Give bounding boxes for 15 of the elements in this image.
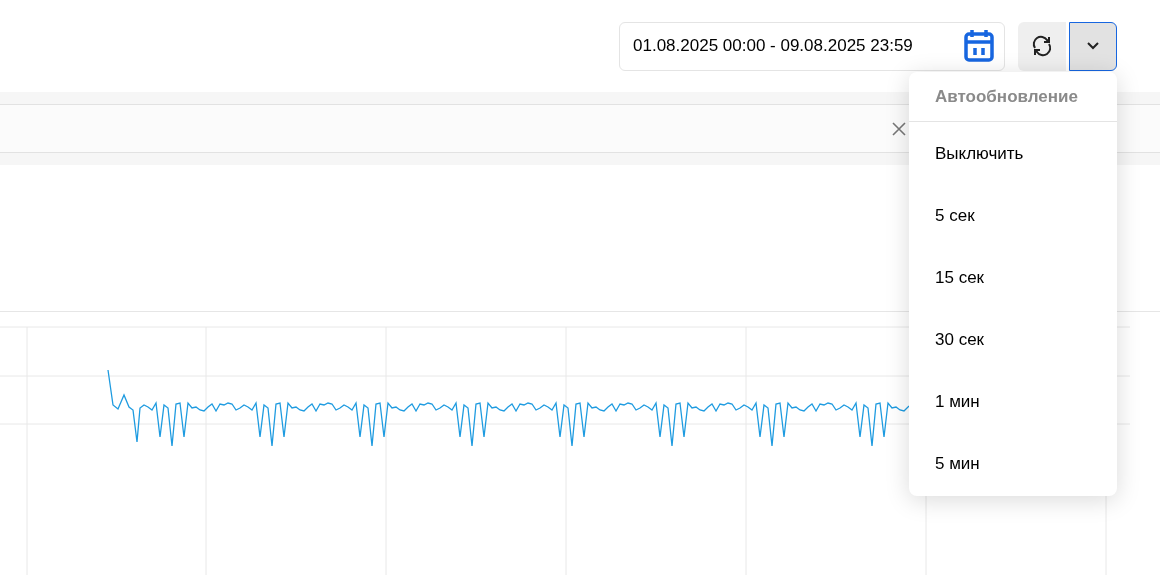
- menu-item[interactable]: 30 сек: [909, 309, 1117, 371]
- menu-item[interactable]: 5 сек: [909, 185, 1117, 247]
- refresh-icon: [1031, 34, 1053, 58]
- menu-title: Автообновление: [909, 72, 1117, 122]
- calendar-icon[interactable]: [964, 29, 994, 63]
- caret-icon: [1087, 42, 1099, 50]
- date-range-value: 01.08.2025 00:00 - 09.08.2025 23:59: [633, 35, 914, 58]
- dropdown-button[interactable]: [1069, 21, 1117, 71]
- menu-item[interactable]: 15 сек: [909, 247, 1117, 309]
- refresh-button[interactable]: [1018, 21, 1066, 71]
- menu-item[interactable]: Выключить: [909, 123, 1117, 185]
- menu-item[interactable]: 5 мин: [909, 433, 1117, 495]
- date-range-field[interactable]: 01.08.2025 00:00 - 09.08.2025 23:59: [619, 21, 1005, 71]
- close-icon[interactable]: [892, 121, 906, 136]
- menu-item[interactable]: 1 мин: [909, 371, 1117, 433]
